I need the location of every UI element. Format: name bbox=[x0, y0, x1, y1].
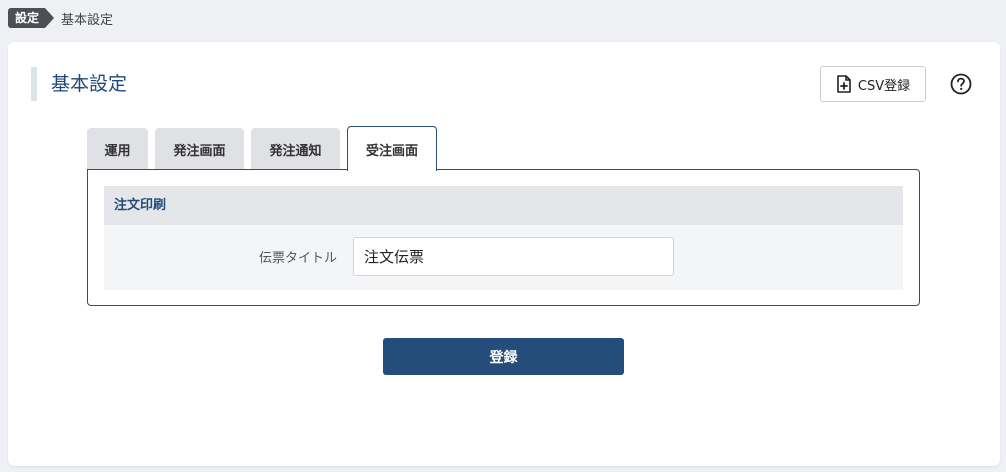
file-plus-icon bbox=[836, 75, 852, 93]
breadcrumb-current: 基本設定 bbox=[61, 12, 114, 28]
breadcrumb: 設定 基本設定 bbox=[8, 8, 113, 28]
breadcrumb-root[interactable]: 設定 bbox=[8, 8, 55, 28]
csv-register-label: CSV登録 bbox=[857, 78, 911, 94]
page-title: 基本設定 bbox=[31, 67, 127, 101]
slip-title-input[interactable] bbox=[353, 237, 674, 276]
tab-order-screen[interactable]: 発注画面 bbox=[155, 128, 244, 170]
csv-register-button[interactable]: CSV登録 bbox=[820, 66, 926, 102]
settings-card: 基本設定 CSV登録 運用 発注画面 発注通知 受注画面 注文印刷 伝票タイトル bbox=[8, 42, 1000, 466]
tab-receive-order-screen[interactable]: 受注画面 bbox=[347, 126, 437, 171]
question-circle-icon[interactable] bbox=[950, 73, 972, 95]
form-row: 伝票タイトル bbox=[104, 225, 903, 290]
register-button[interactable]: 登録 bbox=[383, 338, 624, 375]
tab-bar: 運用 発注画面 発注通知 受注画面 bbox=[87, 126, 444, 171]
tab-panel: 注文印刷 伝票タイトル bbox=[87, 169, 920, 306]
tab-order-notification[interactable]: 発注通知 bbox=[251, 128, 340, 170]
tab-operation[interactable]: 運用 bbox=[87, 128, 148, 170]
slip-title-label: 伝票タイトル bbox=[258, 251, 337, 266]
section-title: 注文印刷 bbox=[104, 186, 903, 225]
